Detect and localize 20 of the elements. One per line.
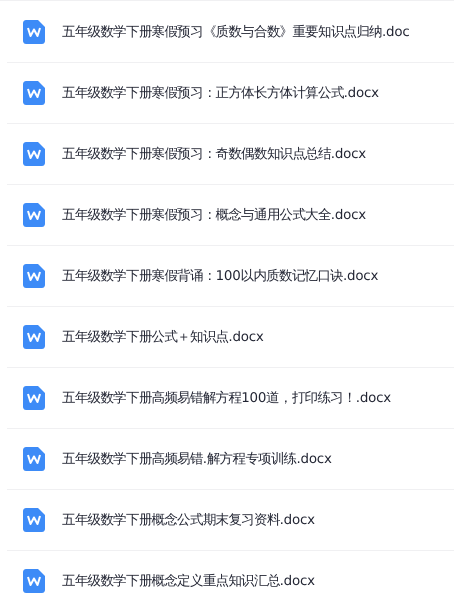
word-document-icon [23,20,45,44]
word-document-icon [23,325,45,349]
file-name[interactable]: 五年级数学下册寒假预习：概念与通用公式大全.docx [62,206,366,224]
word-document-icon [23,264,45,288]
file-name[interactable]: 五年级数学下册概念公式期末复习资料.docx [62,511,315,529]
file-name[interactable]: 五年级数学下册寒假预习：奇数偶数知识点总结.docx [62,145,366,163]
word-document-icon [23,447,45,471]
word-document-icon [23,203,45,227]
word-document-icon [23,142,45,166]
word-document-icon [23,81,45,105]
word-document-icon [23,508,45,532]
file-name[interactable]: 五年级数学下册寒假预习：正方体长方体计算公式.docx [62,84,379,102]
file-name[interactable]: 五年级数学下册公式＋知识点.docx [62,328,264,346]
word-document-icon [23,386,45,410]
file-name[interactable]: 五年级数学下册高频易错.解方程专项训练.docx [62,450,332,468]
file-name[interactable]: 五年级数学下册寒假预习《质数与合数》重要知识点归纳.doc [62,23,410,41]
file-name[interactable]: 五年级数学下册寒假背诵：100以内质数记忆口诀.docx [62,267,378,285]
file-name[interactable]: 五年级数学下册概念定义重点知识汇总.docx [62,572,315,590]
word-document-icon [23,569,45,593]
file-name[interactable]: 五年级数学下册高频易错解方程100道，打印练习！.docx [62,389,391,407]
